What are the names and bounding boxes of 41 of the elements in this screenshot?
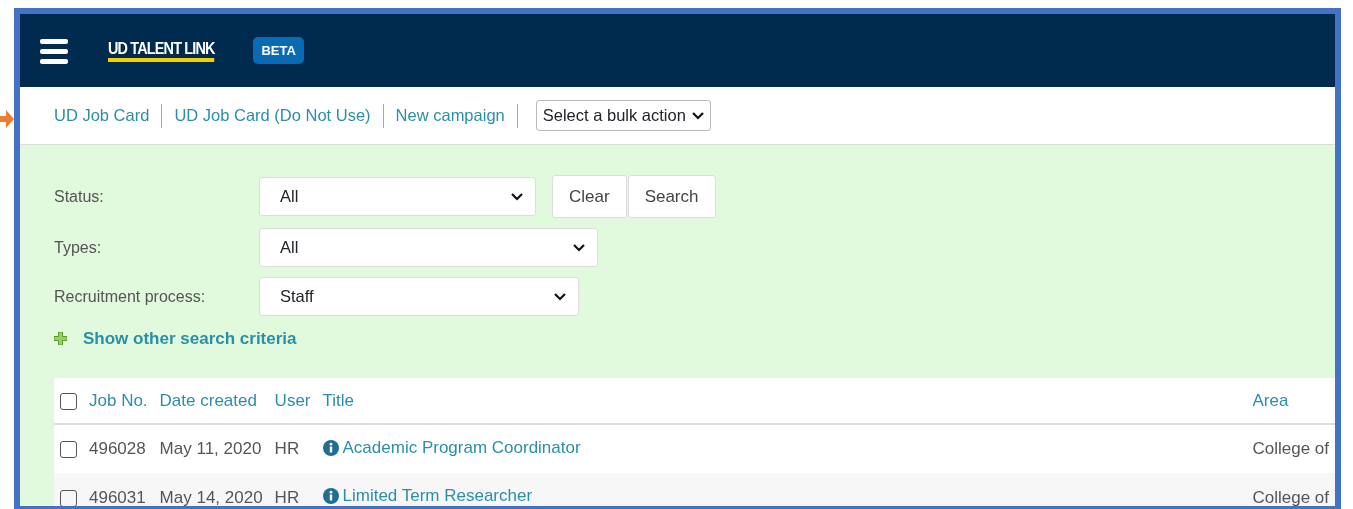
filter-select[interactable]: All	[259, 177, 536, 216]
filter-button[interactable]: Search	[627, 175, 716, 218]
filter-label: Recruitment process:	[54, 286, 207, 307]
filter-select[interactable]: All	[259, 228, 598, 267]
column-header[interactable]: Date created	[159, 390, 257, 410]
table-cell: HR	[274, 487, 300, 506]
checkbox[interactable]	[60, 489, 77, 506]
table-cell: College of	[1252, 487, 1329, 506]
beta-badge: BETA	[253, 36, 304, 65]
job-title-link[interactable]: Limited Term Researcher	[342, 483, 533, 506]
info-icon	[322, 439, 339, 456]
checkbox[interactable]	[60, 392, 77, 410]
filter-label: Status:	[54, 186, 105, 207]
table-cell: College of	[1252, 439, 1329, 459]
caret-icon	[511, 192, 523, 201]
menu-icon[interactable]	[40, 37, 68, 64]
show-criteria-link[interactable]: Show other search criteria	[83, 326, 297, 352]
table-cell: May 14, 2020	[159, 487, 263, 506]
column-header[interactable]: User	[274, 390, 311, 410]
filter-select[interactable]: Staff	[259, 277, 579, 316]
plus-icon	[54, 332, 67, 346]
job-title-link[interactable]: Academic Program Coordinator	[342, 435, 581, 461]
filter-label: Types:	[54, 237, 103, 258]
caret-icon	[554, 292, 566, 301]
action-link[interactable]: UD Job Card (Do Not Use)	[174, 103, 371, 128]
table-cell: 496028	[89, 439, 146, 459]
checkbox[interactable]	[60, 441, 77, 459]
caret-icon	[691, 111, 704, 120]
logo[interactable]: UD TALENT LINK	[108, 38, 215, 63]
column-header[interactable]: Title	[322, 390, 354, 410]
caret-icon	[573, 243, 585, 252]
table-cell: HR	[274, 439, 300, 459]
bulk-action-select[interactable]: Select a bulk action	[535, 100, 711, 131]
arrow-icon	[0, 109, 14, 128]
table-cell: May 11, 2020	[159, 439, 262, 459]
column-header[interactable]: Job No.	[89, 390, 148, 410]
action-link[interactable]: New campaign	[395, 103, 505, 128]
filter-button[interactable]: Clear	[552, 175, 627, 218]
action-link[interactable]: UD Job Card	[54, 103, 150, 128]
column-header[interactable]: Area	[1252, 390, 1289, 410]
table-cell: 496031	[89, 487, 146, 506]
